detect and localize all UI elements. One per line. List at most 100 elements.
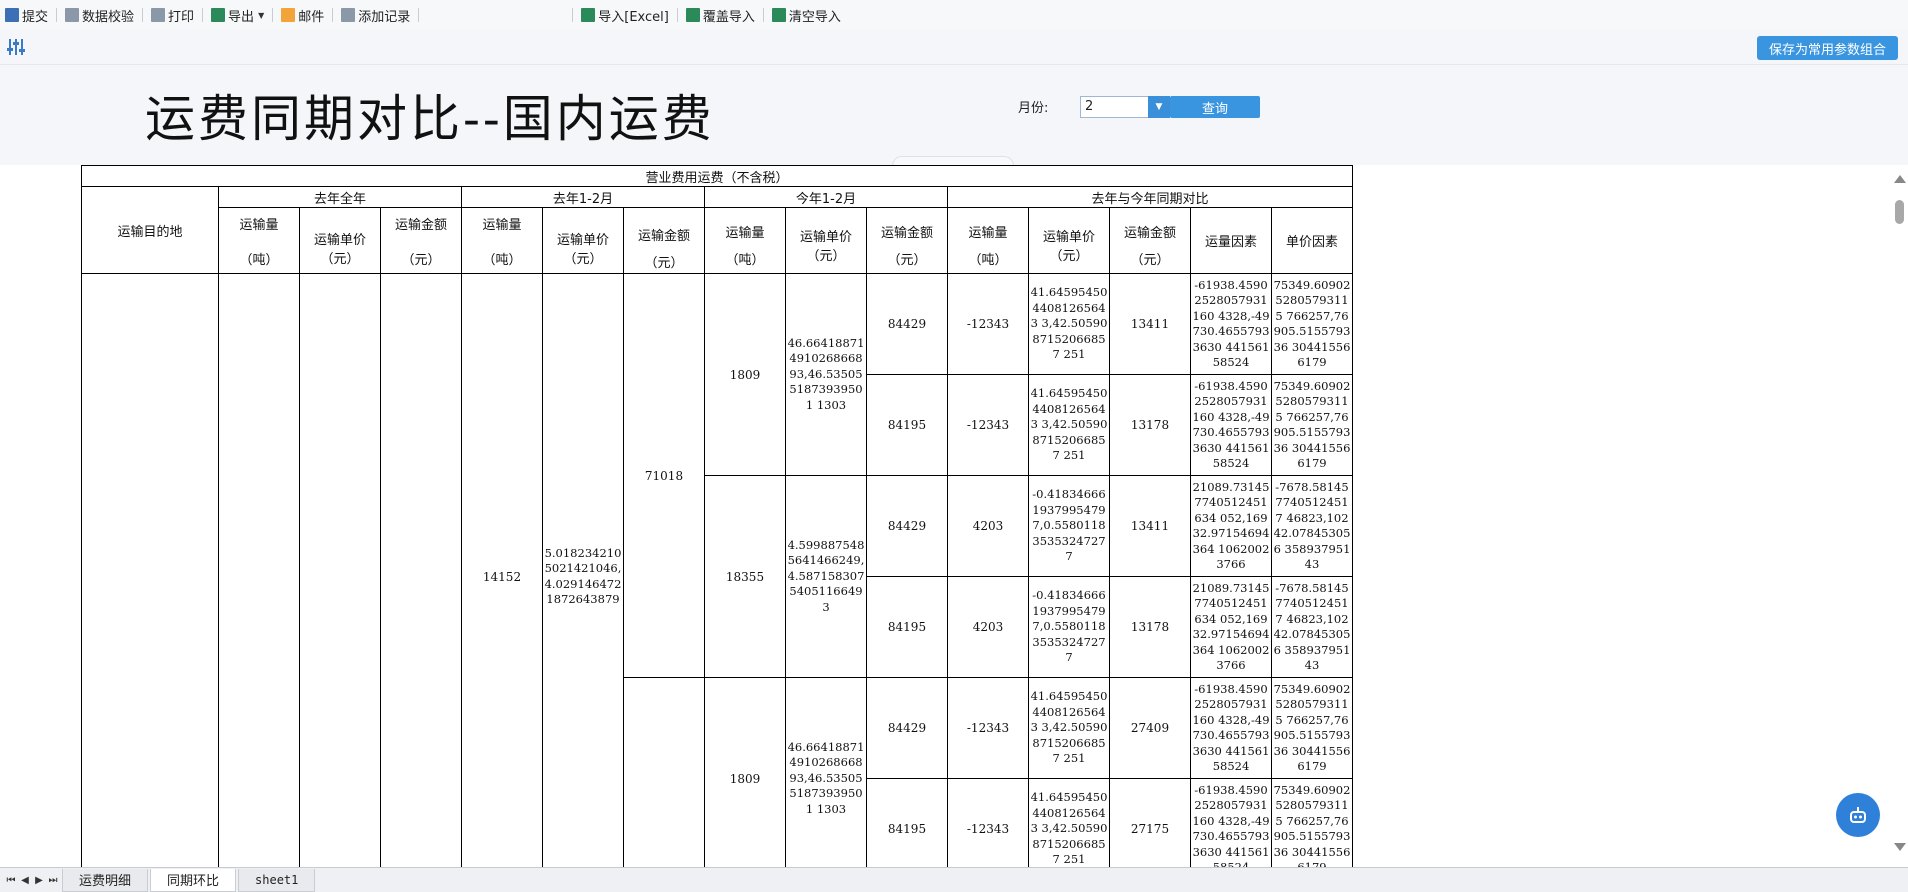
mail-label: 邮件: [298, 9, 325, 25]
add-record-label: 添加记录: [358, 9, 411, 25]
parameter-panel: 运费同期对比--国内运费 月份: 2 ▼ 查询: [0, 65, 1908, 167]
last-sheet-icon[interactable]: ⏭: [46, 875, 60, 886]
col-price-factor: 单价因素: [1271, 207, 1353, 274]
price-factor-cell: 75349.6090252805793115 766257,76905.5155…: [1271, 677, 1353, 779]
this-year-amount-cell: 84195: [866, 374, 948, 476]
qty-factor-cell: 21089.731457740512451634 052,16932.97154…: [1190, 576, 1272, 678]
toolbar-divider: [142, 8, 144, 22]
diff-qty-cell: -12343: [947, 778, 1029, 867]
lastyear-jf-amount-cell: 71018: [623, 273, 705, 678]
diff-price-cell: 41.6459545044081265643 3,42.505908715206…: [1028, 677, 1110, 779]
import-excel-button[interactable]: 导入[Excel]: [576, 0, 674, 30]
diff-amount-cell: 13411: [1109, 273, 1191, 375]
scroll-up-icon[interactable]: [1894, 175, 1906, 183]
add-record-button[interactable]: 添加记录: [336, 0, 415, 30]
tab-yoy[interactable]: 同期环比: [150, 868, 237, 892]
lastyear-jf-price-cell: 5.0182342105021421046,4.0291464721872643…: [542, 273, 624, 867]
price-factor-cell: -7678.5814577405124517 46823,10242.07845…: [1271, 576, 1353, 678]
sheet-tab-bar: ⏮ ◀ ▶ ⏭ 运费明细 同期环比 sheet1: [0, 867, 1908, 892]
first-sheet-icon[interactable]: ⏮: [4, 875, 18, 886]
col-qty: 运输量 （吨）: [461, 207, 543, 274]
this-year-amount-cell: 84429: [866, 273, 948, 375]
table-row: 14152 5.0182342105021421046,4.0291464721…: [81, 273, 1353, 867]
vertical-scrollbar[interactable]: [1890, 165, 1908, 867]
prev-sheet-icon[interactable]: ◀: [18, 875, 32, 886]
diff-amount-cell: 27175: [1109, 778, 1191, 867]
this-year-amount-cell: 84429: [866, 677, 948, 779]
col-amount: 运输金额 （元）: [623, 207, 705, 274]
this-year-qty-cell: 1809: [704, 273, 786, 476]
query-button[interactable]: 查询: [1170, 96, 1260, 118]
col-amount: 运输金额 （元）: [1109, 207, 1191, 274]
month-dropdown-button[interactable]: ▼: [1148, 96, 1170, 118]
overwrite-import-button[interactable]: 覆盖导入: [681, 0, 760, 30]
price-factor-cell: -7678.5814577405124517 46823,10242.07845…: [1271, 475, 1353, 577]
toolbar-divider: [762, 8, 764, 22]
last-year-amount-cell: [380, 273, 462, 867]
col-qty: 运输量 （吨）: [704, 207, 786, 274]
diff-price-cell: -0.418346661937995479 7,0.55801183535324…: [1028, 576, 1110, 678]
qty-factor-cell: -61938.45902528057931160 4328,-49730.465…: [1190, 273, 1272, 375]
export-icon: [211, 8, 226, 22]
excel-icon: [581, 8, 596, 22]
tab-freight-detail[interactable]: 运费明细: [62, 868, 149, 892]
scroll-down-icon[interactable]: [1894, 843, 1906, 851]
tab-sheet1[interactable]: sheet1: [238, 868, 316, 892]
group-last-year-full: 去年全年: [218, 186, 462, 208]
validate-button[interactable]: 数据校验: [60, 0, 139, 30]
save-params-button[interactable]: 保存为常用参数组合: [1756, 36, 1898, 60]
toolbar-divider: [676, 8, 678, 22]
diff-price-cell: 41.6459545044081265643 3,42.505908715206…: [1028, 374, 1110, 476]
diff-qty-cell: 4203: [947, 475, 1029, 577]
price-factor-cell: 75349.6090252805793115 766257,76905.5155…: [1271, 778, 1353, 867]
last-year-price-cell: [299, 273, 381, 867]
assistant-button[interactable]: [1836, 793, 1880, 837]
diff-price-cell: -0.418346661937995479 7,0.55801183535324…: [1028, 475, 1110, 577]
diff-amount-cell: 13411: [1109, 475, 1191, 577]
this-year-amount-cell: 84195: [866, 778, 948, 867]
clear-import-button[interactable]: 清空导入: [767, 0, 846, 30]
mail-icon: [281, 8, 296, 22]
chevron-down-icon: ▼: [1155, 102, 1163, 112]
this-year-amount-cell: 84195: [866, 576, 948, 678]
validate-label: 数据校验: [82, 9, 135, 25]
toolbar-divider: [418, 8, 420, 22]
export-button[interactable]: 导出 ▼: [206, 0, 269, 30]
toolbar-divider: [56, 8, 58, 22]
this-year-price-cell: 4.5998875485641466249, 4.587158307540511…: [785, 475, 867, 678]
toolbar-divider: [272, 8, 274, 22]
this-year-price-cell: 46.664188714910268668 93,46.535055187393…: [785, 273, 867, 476]
toolbar: 提交 数据校验 打印 导出 ▼ 邮件 添加记录 导入[Excel] 覆盖导入 清…: [0, 0, 1908, 31]
import-excel-label: 导入[Excel]: [598, 9, 669, 25]
add-record-icon: [341, 8, 356, 22]
col-unit-price: 运输单价 （元）: [1028, 207, 1110, 274]
diff-qty-cell: -12343: [947, 374, 1029, 476]
next-sheet-icon[interactable]: ▶: [32, 875, 46, 886]
this-year-qty-cell: 18355: [704, 475, 786, 678]
validate-icon: [65, 8, 80, 22]
col-amount: 运输金额 （元）: [380, 207, 462, 274]
toolbar-divider: [202, 8, 204, 22]
col-destination: 运输目的地: [81, 186, 219, 274]
submit-button[interactable]: 提交: [0, 0, 53, 30]
parameter-bar: 保存为常用参数组合: [0, 30, 1908, 65]
scroll-thumb[interactable]: [1895, 200, 1904, 224]
group-this-year-jan-feb: 今年1-2月: [704, 186, 948, 208]
filter-settings-icon[interactable]: [6, 37, 26, 57]
col-amount: 运输金额 （元）: [866, 207, 948, 274]
submit-icon: [5, 8, 19, 22]
diff-amount-cell: 13178: [1109, 576, 1191, 678]
group-last-year-jan-feb: 去年1-2月: [461, 186, 705, 208]
diff-qty-cell: -12343: [947, 273, 1029, 375]
this-year-amount-cell: 84429: [866, 475, 948, 577]
diff-amount-cell: 13178: [1109, 374, 1191, 476]
report-table: 营业费用运费（不含税） 运输目的地 去年全年 去年1-2月 今年1-2月 去年与…: [81, 165, 1353, 867]
print-button[interactable]: 打印: [146, 0, 199, 30]
month-label: 月份:: [1018, 101, 1049, 116]
report-area: 营业费用运费（不含税） 运输目的地 去年全年 去年1-2月 今年1-2月 去年与…: [0, 165, 1908, 867]
mail-button[interactable]: 邮件: [276, 0, 329, 30]
diff-qty-cell: 4203: [947, 576, 1029, 678]
overwrite-import-label: 覆盖导入: [702, 9, 755, 25]
print-icon: [151, 8, 166, 22]
diff-price-cell: 41.6459545044081265643 3,42.505908715206…: [1028, 273, 1110, 375]
